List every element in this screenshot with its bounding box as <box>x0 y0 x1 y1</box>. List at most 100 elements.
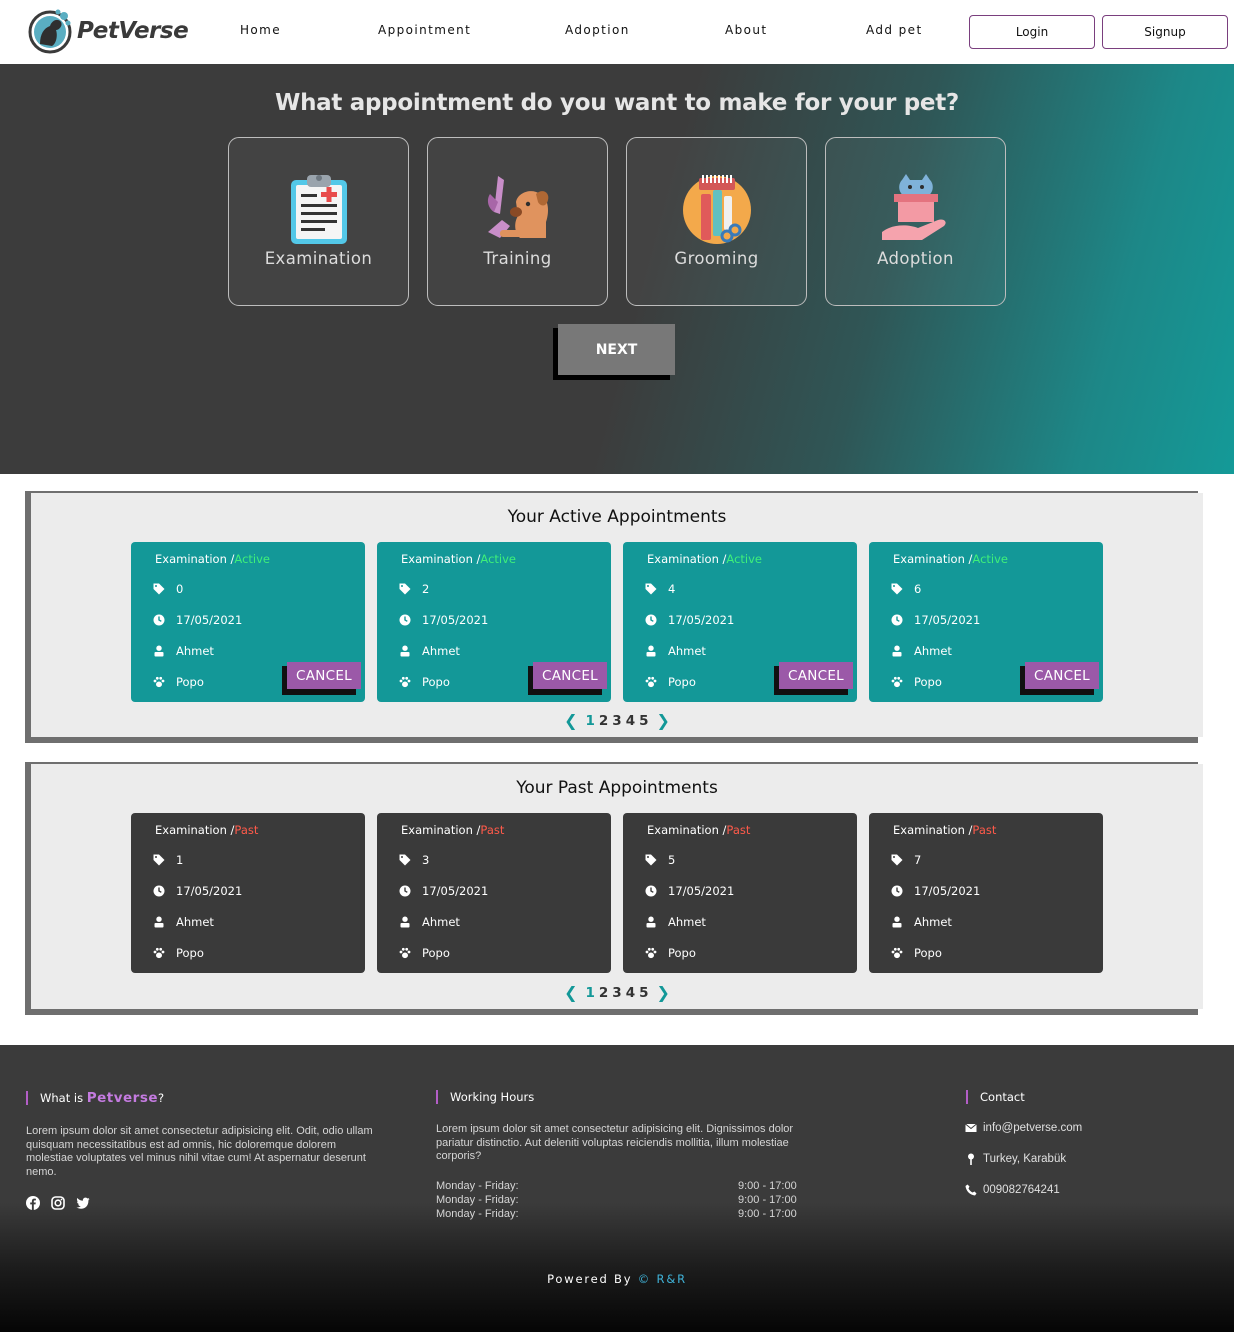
brand-logo[interactable]: PetVerse <box>28 6 189 56</box>
facebook-icon[interactable] <box>26 1196 40 1210</box>
appointment-owner: Ahmet <box>668 644 706 658</box>
appointment-owner-row: Ahmet <box>399 644 460 658</box>
page-number[interactable]: 5 <box>639 985 648 1001</box>
page-number[interactable]: 4 <box>626 985 635 1001</box>
appointment-owner-row: Ahmet <box>645 915 706 929</box>
hours-time: 9:00 - 17:00 <box>738 1180 797 1192</box>
appointment-status: Past <box>726 823 751 837</box>
hours-time: 9:00 - 17:00 <box>738 1208 797 1220</box>
signup-button[interactable]: Signup <box>1102 15 1228 49</box>
page-number[interactable]: 3 <box>612 713 621 729</box>
cat-box-hand-icon <box>882 174 946 240</box>
page-number[interactable]: 3 <box>612 985 621 1001</box>
appointment-type: Examination / <box>401 552 481 566</box>
nav-home[interactable]: Home <box>240 23 281 37</box>
footer-about-suffix: ? <box>158 1091 165 1105</box>
next-page-icon[interactable]: ❯ <box>657 711 670 730</box>
footer-about-heading: What is Petverse? <box>26 1091 164 1105</box>
cancel-button[interactable]: CANCEL <box>1025 662 1099 689</box>
contact-email[interactable]: info@petverse.com <box>965 1122 1082 1134</box>
appointment-date: 17/05/2021 <box>176 884 243 898</box>
appointment-pet-row: Popo <box>399 675 450 689</box>
appointment-owner: Ahmet <box>176 915 214 929</box>
page-number[interactable]: 5 <box>639 713 648 729</box>
page-number[interactable]: 2 <box>599 713 608 729</box>
twitter-icon[interactable] <box>76 1196 90 1210</box>
contact-phone[interactable]: 009082764241 <box>965 1184 1060 1196</box>
cancel-button[interactable]: CANCEL <box>287 662 361 689</box>
appointment-date-row: 17/05/2021 <box>399 613 488 627</box>
appointment-owner-row: Ahmet <box>153 915 214 929</box>
footer-hours-text: Lorem ipsum dolor sit amet consectetur a… <box>436 1123 794 1162</box>
appointment-owner-row: Ahmet <box>153 644 214 658</box>
instagram-icon[interactable] <box>51 1196 65 1210</box>
tag-icon <box>645 583 657 595</box>
appointment-card: Examination /Past 1 17/05/2021 Ahmet Popo <box>131 813 365 973</box>
appointment-card: Examination /Active 6 17/05/2021 Ahmet Popo C… <box>869 542 1103 702</box>
page-number[interactable]: 2 <box>599 985 608 1001</box>
card-header: Examination /Past <box>401 823 504 837</box>
appointment-id: 0 <box>176 582 184 596</box>
option-training[interactable]: Training <box>427 137 608 306</box>
nav-adoption[interactable]: Adoption <box>565 23 630 37</box>
appointment-type: Examination / <box>155 552 235 566</box>
tag-icon <box>891 854 903 866</box>
next-button[interactable]: NEXT <box>558 324 675 375</box>
card-header: Examination /Past <box>155 823 258 837</box>
grooming-tools-icon <box>683 175 751 244</box>
appointment-type: Examination / <box>401 823 481 837</box>
page-number[interactable]: 1 <box>585 713 594 729</box>
page-number[interactable]: 1 <box>585 985 594 1001</box>
appointment-card: Examination /Past 3 17/05/2021 Ahmet Popo <box>377 813 611 973</box>
appointment-owner: Ahmet <box>914 915 952 929</box>
appointment-id-row: 5 <box>645 853 675 867</box>
nav-add-pet[interactable]: Add pet <box>866 23 923 37</box>
footer-contact-heading: Contact <box>966 1090 1025 1104</box>
user-icon <box>400 916 410 928</box>
tag-icon <box>399 583 411 595</box>
paw-icon <box>645 947 657 959</box>
user-icon <box>892 645 902 657</box>
appointment-date-row: 17/05/2021 <box>645 884 734 898</box>
page-number[interactable]: 4 <box>626 713 635 729</box>
appointment-pet-row: Popo <box>891 675 942 689</box>
next-page-icon[interactable]: ❯ <box>657 983 670 1002</box>
appointment-type: Examination / <box>647 823 727 837</box>
option-adoption[interactable]: Adoption <box>825 137 1006 306</box>
active-pagination: ❮ 1 2 3 4 5 ❯ <box>0 711 1234 730</box>
appointment-status: Active <box>234 552 270 566</box>
appointment-date-row: 17/05/2021 <box>153 884 242 898</box>
appointment-owner-row: Ahmet <box>645 644 706 658</box>
footer-hours-heading: Working Hours <box>436 1090 534 1104</box>
envelope-icon <box>965 1123 977 1132</box>
cancel-button[interactable]: CANCEL <box>779 662 853 689</box>
social-links <box>26 1196 101 1210</box>
login-button[interactable]: Login <box>969 15 1095 49</box>
paw-icon <box>645 676 657 688</box>
paw-icon <box>153 947 165 959</box>
option-examination[interactable]: Examination <box>228 137 409 306</box>
appointment-owner-row: Ahmet <box>891 915 952 929</box>
clock-icon <box>153 614 165 626</box>
cancel-button[interactable]: CANCEL <box>533 662 607 689</box>
card-header: Examination /Active <box>155 552 270 566</box>
appointment-pet-row: Popo <box>891 946 942 960</box>
nav-about[interactable]: About <box>725 23 767 37</box>
appointment-date: 17/05/2021 <box>914 613 981 627</box>
appointment-date-row: 17/05/2021 <box>891 613 980 627</box>
appointment-id: 4 <box>668 582 676 596</box>
appointment-type: Examination / <box>893 823 973 837</box>
prev-page-icon[interactable]: ❮ <box>564 711 577 730</box>
appointment-id: 7 <box>914 853 922 867</box>
nav-appointment[interactable]: Appointment <box>378 23 471 37</box>
card-header: Examination /Active <box>893 552 1008 566</box>
option-label: Grooming <box>674 249 759 268</box>
appointment-owner: Ahmet <box>176 644 214 658</box>
prev-page-icon[interactable]: ❮ <box>564 983 577 1002</box>
appointment-date-row: 17/05/2021 <box>645 613 734 627</box>
dog-training-icon <box>487 176 549 238</box>
option-grooming[interactable]: Grooming <box>626 137 807 306</box>
appointment-date-row: 17/05/2021 <box>891 884 980 898</box>
appointment-date: 17/05/2021 <box>422 613 489 627</box>
powered-brand[interactable]: © R&R <box>638 1272 687 1286</box>
